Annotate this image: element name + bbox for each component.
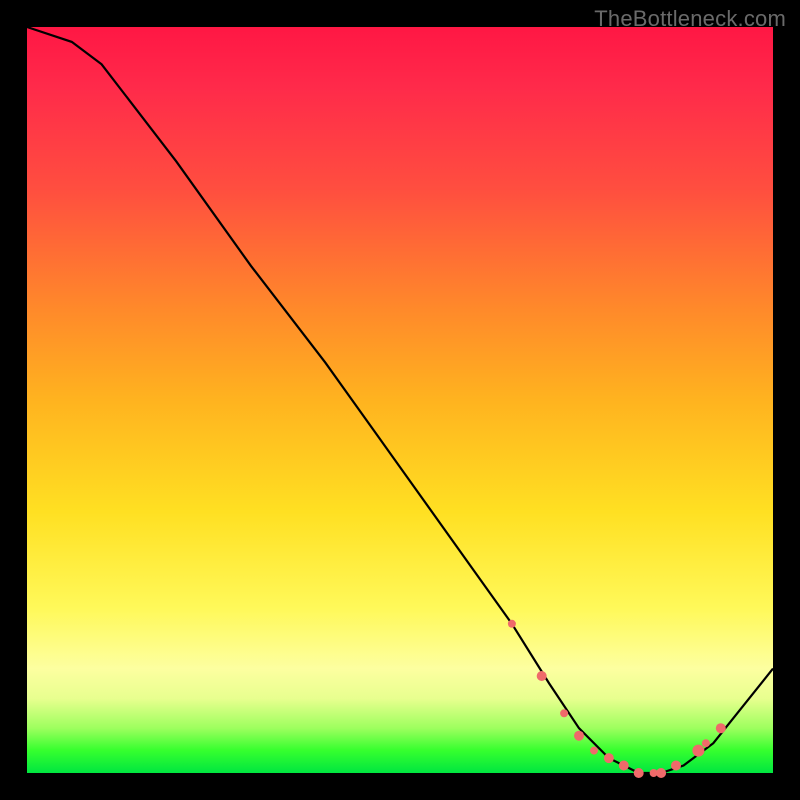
- chart-svg: [27, 27, 773, 773]
- curve-marker: [634, 768, 644, 778]
- watermark-text: TheBottleneck.com: [594, 6, 786, 32]
- chart-frame: TheBottleneck.com: [0, 0, 800, 800]
- curve-marker: [716, 723, 726, 733]
- bottleneck-curve: [27, 27, 773, 773]
- curve-marker: [508, 620, 516, 628]
- curve-marker: [604, 753, 614, 763]
- curve-marker: [702, 739, 710, 747]
- curve-marker: [560, 709, 568, 717]
- curve-marker: [656, 768, 666, 778]
- curve-marker: [671, 761, 681, 771]
- curve-marker: [537, 671, 547, 681]
- curve-marker: [574, 731, 584, 741]
- curve-marker: [590, 747, 598, 755]
- curve-marker: [619, 761, 629, 771]
- curve-marker: [692, 745, 704, 757]
- chart-plot-area: [27, 27, 773, 773]
- curve-markers: [508, 620, 726, 778]
